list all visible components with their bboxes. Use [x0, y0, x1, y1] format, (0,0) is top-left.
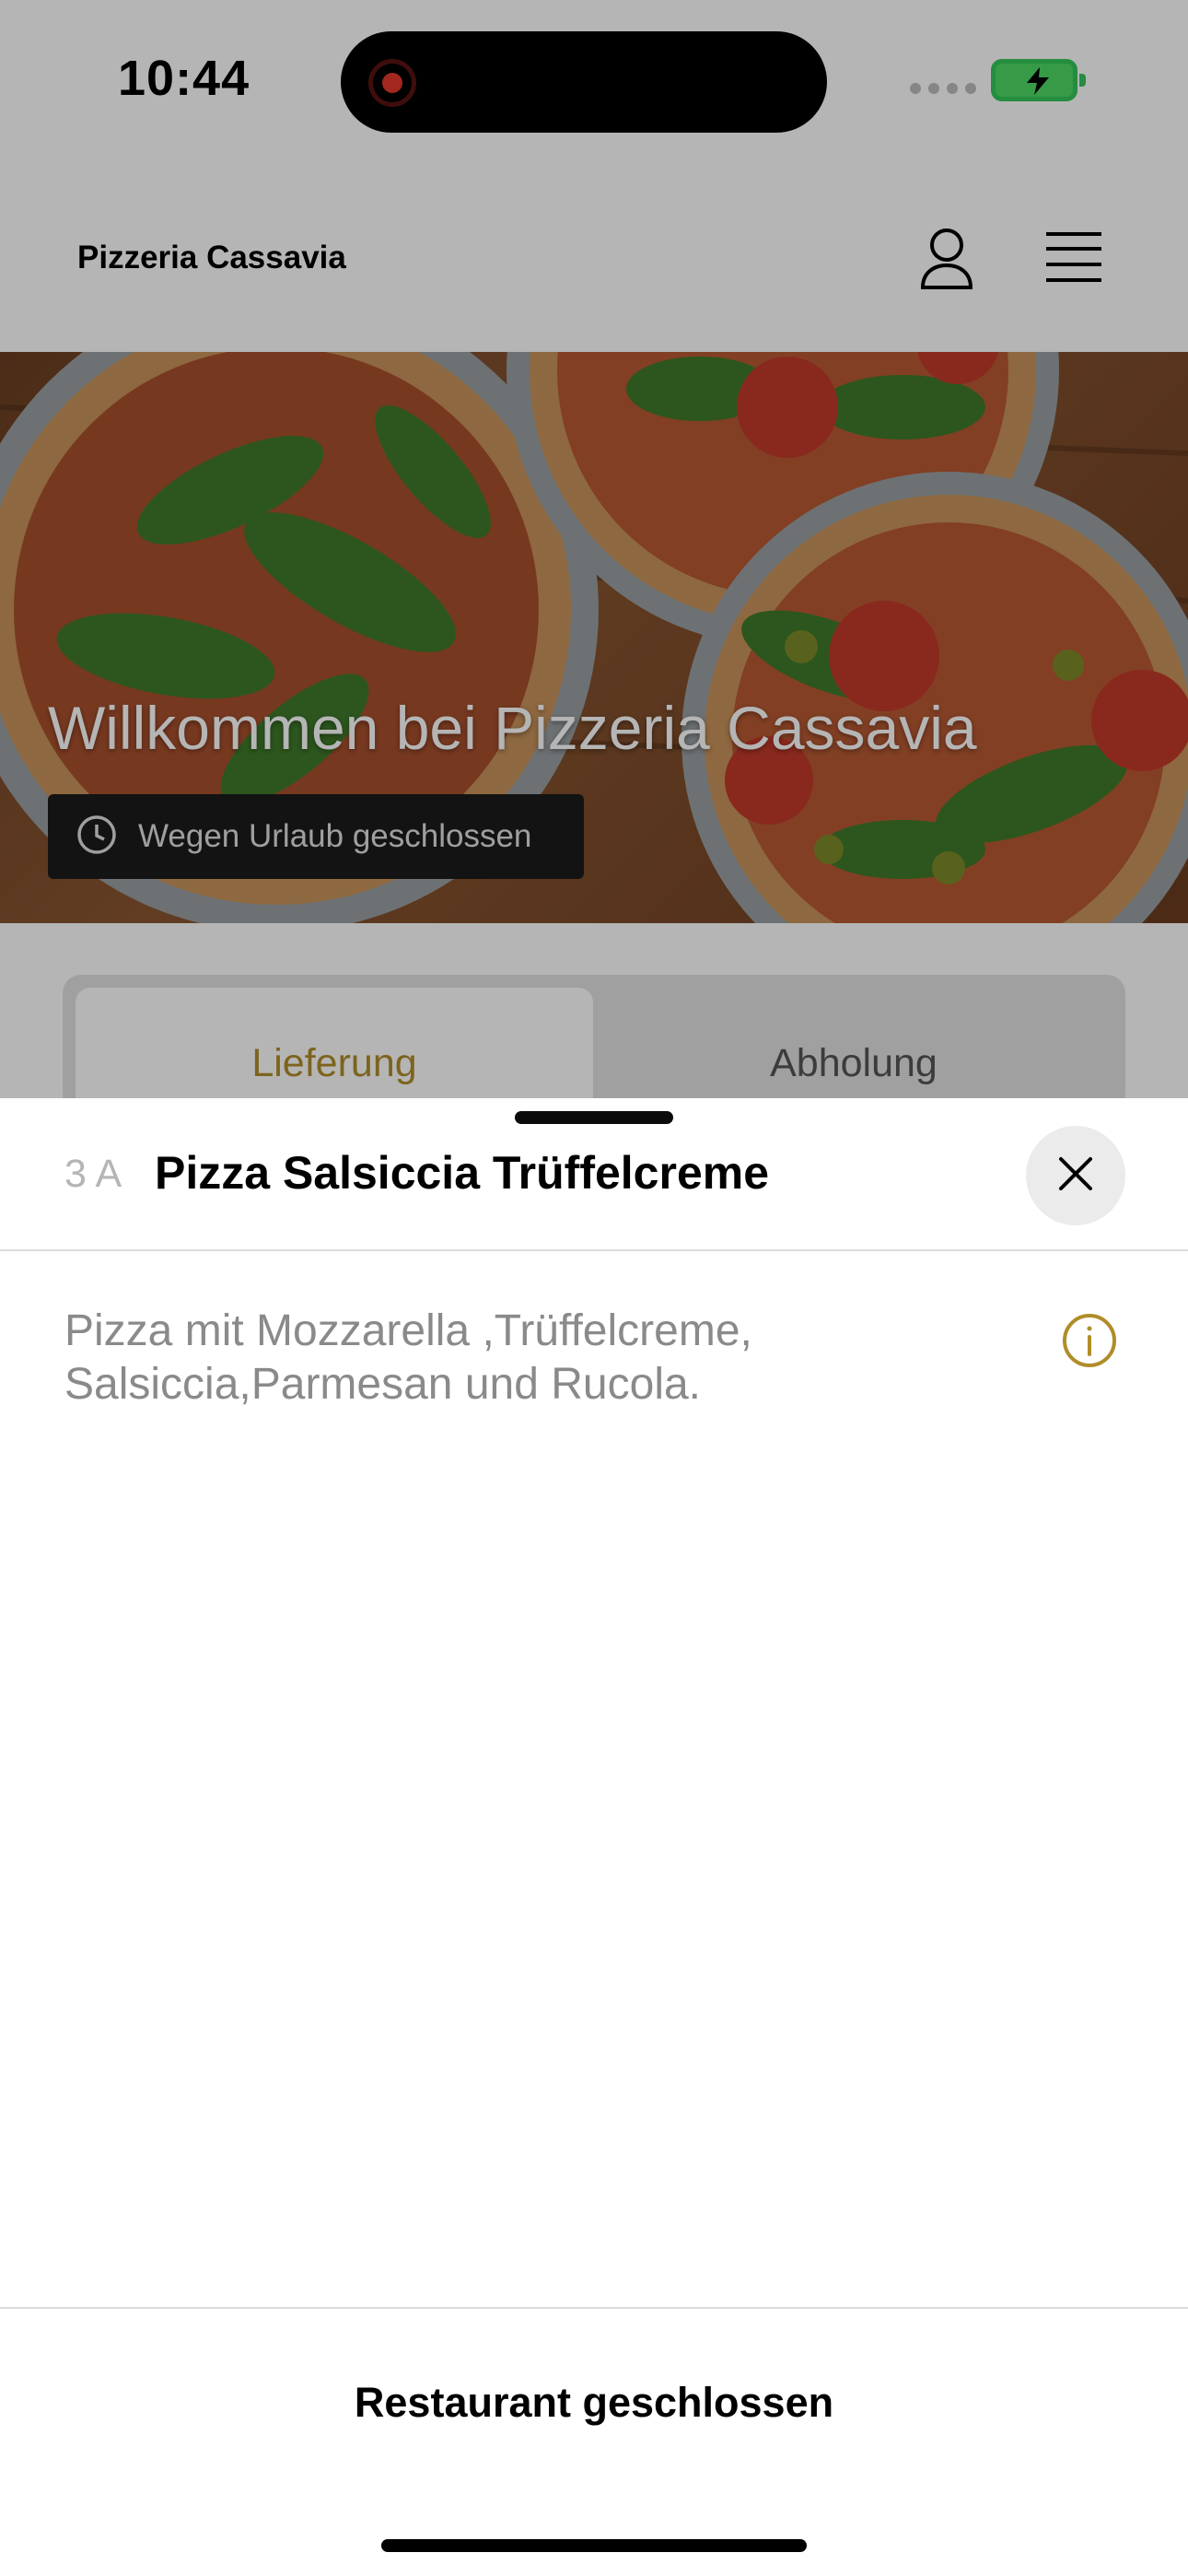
- sheet-grabber[interactable]: [515, 1111, 673, 1124]
- item-number: 3 A: [64, 1152, 122, 1196]
- close-icon: [1057, 1155, 1094, 1197]
- footer-divider: [0, 2307, 1188, 2309]
- item-description: Pizza mit Mozzarella ,Trüffelcreme, Sals…: [64, 1306, 752, 1409]
- divider: [0, 1249, 1188, 1251]
- close-button[interactable]: [1026, 1126, 1125, 1225]
- modal-backdrop[interactable]: [0, 0, 1188, 1098]
- home-indicator[interactable]: [381, 2539, 807, 2552]
- item-title: Pizza Salsiccia Trüffelcreme: [155, 1147, 770, 1199]
- product-bottom-sheet: 3 A Pizza Salsiccia Trüffelcreme Pizza m…: [0, 1098, 1188, 2576]
- restaurant-closed-button[interactable]: Restaurant geschlossen: [0, 2379, 1188, 2427]
- info-icon[interactable]: [1061, 1312, 1118, 1374]
